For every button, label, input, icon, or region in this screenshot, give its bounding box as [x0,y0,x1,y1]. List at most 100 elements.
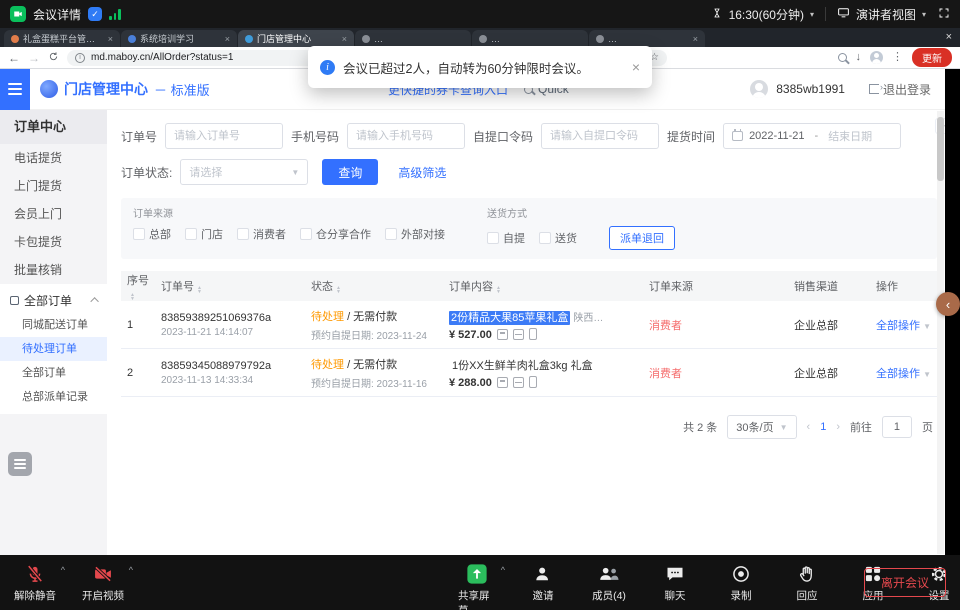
prev-page-icon[interactable]: ‹ [807,421,811,433]
sort-icon[interactable]: ▲▼ [496,286,501,294]
browser-profile-icon[interactable] [870,51,883,64]
browser-tab[interactable]: … × [589,30,705,47]
page-scrollbar[interactable] [937,111,944,554]
browser-update-button[interactable]: 更新 [912,48,952,67]
browser-menu-icon[interactable]: ⋮ [892,52,903,63]
pickup-code-input[interactable] [541,123,659,149]
share-screen-button[interactable]: ^ 共享屏幕 [458,562,496,610]
record-button[interactable]: 录制 [722,562,760,610]
phone-icon[interactable] [529,376,537,388]
tab-close-icon[interactable]: × [693,34,698,44]
video-options-chevron[interactable]: ^ [129,565,133,575]
gift-icon[interactable] [513,377,524,388]
print-icon[interactable] [497,329,508,340]
browser-tab[interactable]: … [472,30,588,47]
sidebar-item-batch-verify[interactable]: 批量核销 [0,256,107,284]
sidebar-item-card-pickup[interactable]: 卡包提货 [0,228,107,256]
hamburger-menu-button[interactable] [0,69,30,110]
table-row: 1 83859389251069376a 2023-11-21 14:14:07… [121,301,937,349]
reactions-button[interactable]: 回应 [788,562,826,610]
checkbox-icon[interactable] [133,228,145,240]
all-actions-dropdown[interactable]: 全部操作 ▼ [870,365,937,381]
sidebar-item-member-visit[interactable]: 会员上门 [0,200,107,228]
chat-button[interactable]: 聊天 [656,562,694,610]
goto-page-input[interactable] [882,416,912,438]
checkbox-icon[interactable] [185,228,197,240]
orders-table: 序号▲▼ 订单号▲▼ 状态▲▼ 订单内容▲▼ 订单来源 销售渠道 操作 1 83… [121,271,937,397]
sidebar-item-hq-dispatch-records[interactable]: 总部派单记录 [0,385,107,409]
unmute-button[interactable]: ^ 解除静音 [14,562,56,603]
checkbox-icon[interactable] [539,232,551,244]
sidebar-group-header[interactable]: 全部订单 [0,287,107,313]
sidebar-item-pending-orders[interactable]: 待处理订单 [0,337,107,361]
timer-dropdown-chevron[interactable]: ▾ [810,10,814,19]
meeting-details-link[interactable]: 会议详情 [33,6,81,23]
leave-meeting-button[interactable]: 离开会议 [864,568,946,597]
gift-icon[interactable] [513,329,524,340]
date-start-value[interactable]: 2022-11-21 [749,130,804,142]
browser-tab[interactable]: 系统培训学习 × [121,30,237,47]
main-content: 订单号 手机号码 自提口令码 提货时间 2022-11-21 - 结束日期 订单… [107,110,945,555]
checkbox-icon[interactable] [237,228,249,240]
phone-input[interactable] [347,123,465,149]
date-end-placeholder[interactable]: 结束日期 [828,128,872,144]
side-drawer-handle[interactable]: ‹ [936,292,960,316]
checkbox-icon[interactable] [300,228,312,240]
sort-icon[interactable]: ▲▼ [130,293,135,301]
order-status-select[interactable]: 请选择 ▼ [180,159,308,185]
checkbox-warehouse-share[interactable]: 仓分享合作 [300,226,371,242]
network-signal-icon [109,8,121,20]
view-dropdown-chevron[interactable]: ▾ [922,10,926,19]
checkbox-external[interactable]: 外部对接 [385,226,445,242]
back-icon[interactable]: ← [8,52,20,64]
toast-close-icon[interactable]: × [632,59,640,75]
logout-button[interactable]: 退出登录 [869,81,931,98]
tab-close-icon[interactable]: × [342,34,347,44]
sort-icon[interactable]: ▲▼ [197,286,202,294]
sort-icon[interactable]: ▲▼ [336,286,341,294]
members-button[interactable]: 成员(4) [590,562,628,610]
current-page[interactable]: 1 [820,421,826,433]
checkbox-consumer[interactable]: 消费者 [237,226,286,242]
start-video-button[interactable]: ^ 开启视频 [82,562,124,603]
invite-button[interactable]: 邀请 [524,562,562,610]
fullscreen-icon[interactable] [938,7,950,22]
refresh-icon[interactable] [48,49,59,67]
browser-tab[interactable]: 礼盒蛋糕平台管理中心 × [4,30,120,47]
floating-menu-button[interactable] [8,452,32,476]
user-avatar[interactable] [750,80,768,98]
all-actions-dropdown[interactable]: 全部操作 ▼ [870,317,937,333]
search-button[interactable]: 查询 [322,159,378,185]
checkbox-icon[interactable] [385,228,397,240]
tab-close-icon[interactable]: × [108,34,113,44]
next-page-icon[interactable]: › [836,421,840,433]
sidebar-item-all-orders[interactable]: 全部订单 [0,361,107,385]
page-size-select[interactable]: 30条/页 ▼ [727,415,796,439]
mic-options-chevron[interactable]: ^ [61,565,65,575]
view-mode-selector[interactable]: 演讲者视图 [856,6,916,23]
order-no-input[interactable] [165,123,283,149]
browser-tab[interactable]: … [355,30,471,47]
checkbox-hq[interactable]: 总部 [133,226,171,242]
forward-icon[interactable]: → [28,52,40,64]
dispatch-return-button[interactable]: 派单退回 [609,226,675,250]
date-range-picker[interactable]: 2022-11-21 - 结束日期 [723,123,901,149]
checkbox-self-pickup[interactable]: 自提 [487,230,525,246]
site-info-icon[interactable]: i [75,53,85,63]
share-options-chevron[interactable]: ^ [501,565,505,575]
browser-tab-active[interactable]: 门店管理中心 × [238,30,354,47]
zoom-icon[interactable] [838,53,847,62]
checkbox-store[interactable]: 门店 [185,226,223,242]
print-icon[interactable] [497,377,508,388]
sidebar-item-door-pickup[interactable]: 上门提货 [0,172,107,200]
sidebar-item-city-delivery[interactable]: 同城配送订单 [0,313,107,337]
checkbox-delivery[interactable]: 送货 [539,230,577,246]
sidebar-item-phone-pickup[interactable]: 电话提货 [0,144,107,172]
scrollbar-thumb[interactable] [937,117,944,181]
phone-icon[interactable] [529,328,537,340]
advanced-filter-link[interactable]: 高级筛选 [398,164,446,181]
window-close-icon[interactable]: × [946,31,952,43]
tab-close-icon[interactable]: × [225,34,230,44]
checkbox-icon[interactable] [487,232,499,244]
download-icon[interactable]: ↓ [856,52,862,63]
